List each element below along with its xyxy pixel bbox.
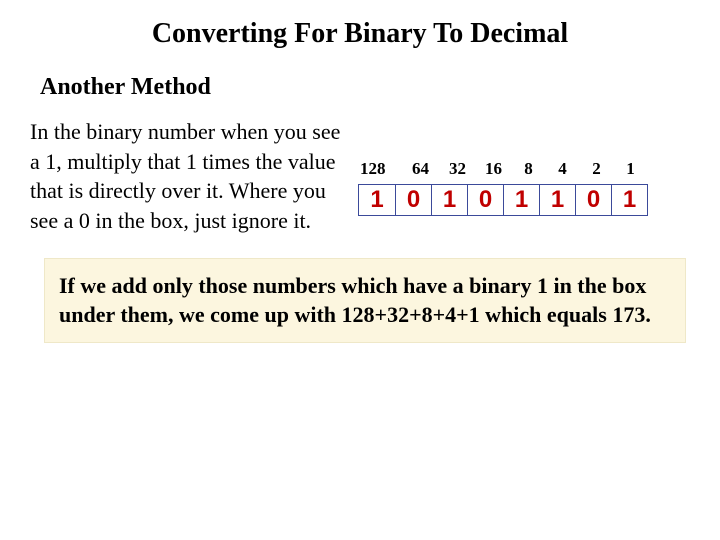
- binary-digit: 1: [359, 185, 396, 215]
- place-value-row: 128 64 32 16 8 4 2 1: [358, 159, 648, 184]
- page-title: Converting For Binary To Decimal: [0, 0, 720, 60]
- place-value-label: 2: [579, 159, 614, 184]
- binary-digit: 0: [396, 185, 432, 215]
- place-value-label: 32: [439, 159, 476, 184]
- place-value-label: 16: [476, 159, 511, 184]
- place-value-label: 8: [511, 159, 546, 184]
- content-row: In the binary number when you see a 1, m…: [0, 111, 720, 236]
- binary-digit: 1: [612, 185, 647, 215]
- section-subtitle: Another Method: [0, 60, 720, 111]
- binary-diagram: 128 64 32 16 8 4 2 1 1 0 1 0 1 1 0 1: [350, 111, 648, 216]
- binary-digit: 1: [504, 185, 540, 215]
- binary-digit: 1: [432, 185, 468, 215]
- summary-box: If we add only those numbers which have …: [44, 258, 686, 343]
- binary-digit: 1: [540, 185, 576, 215]
- binary-digit-row: 1 0 1 0 1 1 0 1: [358, 184, 648, 216]
- explanation-paragraph: In the binary number when you see a 1, m…: [30, 111, 350, 236]
- place-value-label: 1: [614, 159, 647, 184]
- place-value-label: 4: [546, 159, 579, 184]
- place-value-label: 64: [402, 159, 439, 184]
- place-value-label: 128: [358, 159, 402, 184]
- binary-digit: 0: [468, 185, 504, 215]
- binary-digit: 0: [576, 185, 612, 215]
